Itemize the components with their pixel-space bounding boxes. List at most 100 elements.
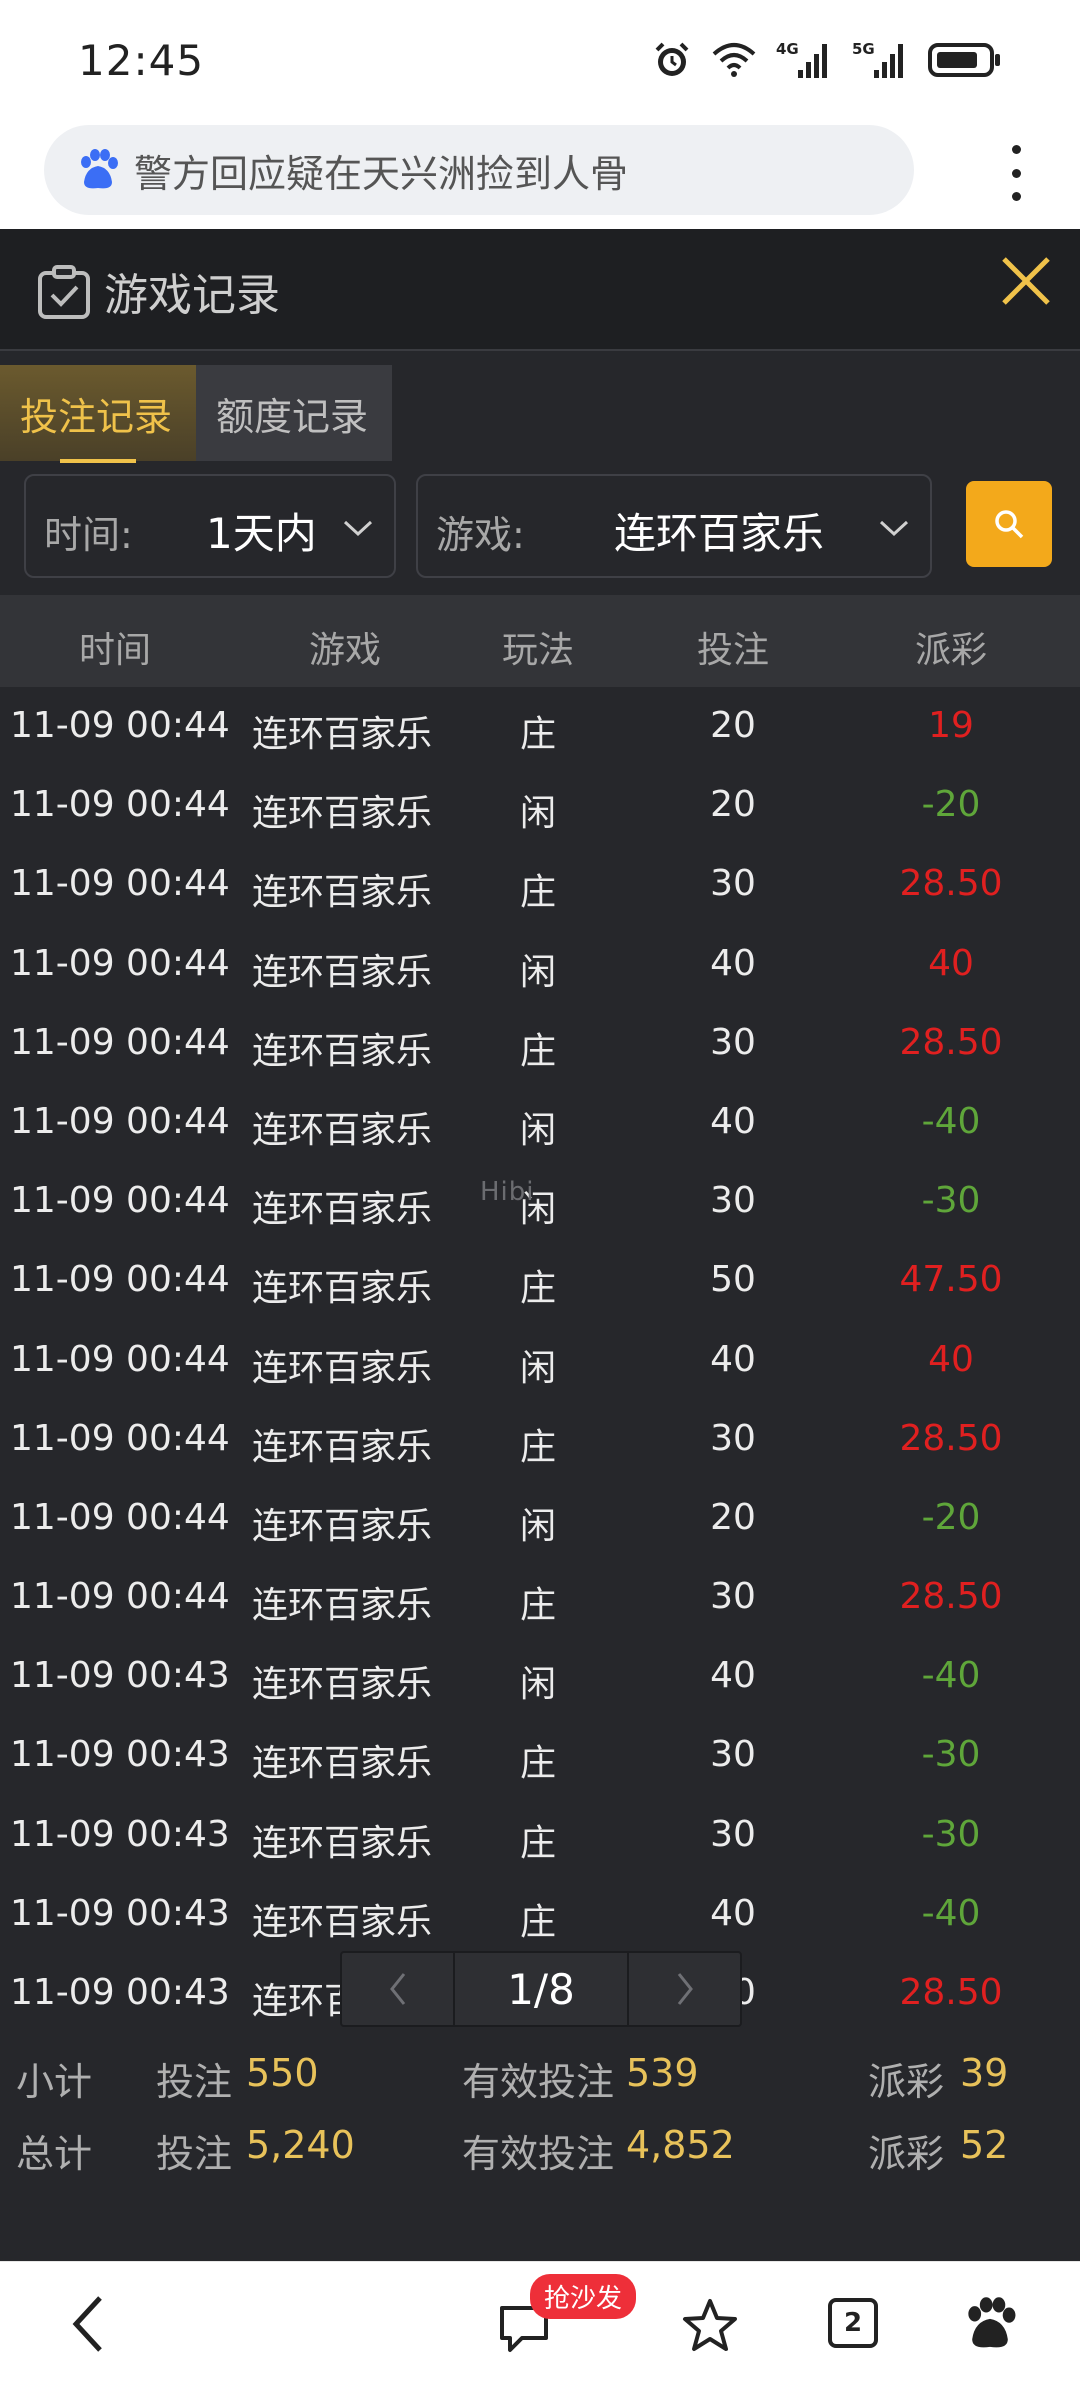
row-bet: 40: [710, 1892, 756, 1934]
row-game: 连环百家乐: [252, 714, 433, 755]
chevron-left-icon: [389, 1973, 405, 2005]
row-payout: -20: [921, 784, 981, 826]
row-payout: 47.50: [899, 1259, 1003, 1301]
row-game: 连环百家乐: [252, 1505, 433, 1547]
row-game: 连环百家乐: [252, 1426, 433, 1468]
row-time: 11-09 00:44: [10, 705, 230, 746]
row-play: 庄: [519, 1426, 557, 1468]
row-play: 闲: [519, 1347, 557, 1389]
search-bar[interactable]: 警方回应疑在天兴洲捡到人骨: [44, 125, 914, 215]
row-payout: 40: [928, 1338, 974, 1380]
game-record-dialog: 游戏记录 投注记录 额度记录 时间: 1天内 游戏: 连环百家乐 时间 游戏 玩…: [0, 229, 1080, 2261]
row-payout: 28.50: [899, 1576, 1003, 1618]
row-game: 连环百家乐: [252, 1743, 433, 1785]
row-game: 连环百家乐: [252, 872, 433, 914]
search-button[interactable]: [966, 481, 1052, 567]
more-menu-icon[interactable]: [1008, 145, 1024, 201]
signal-4g-icon: 4G: [776, 40, 827, 78]
row-play: 庄: [519, 714, 557, 755]
row-payout: 28.50: [899, 863, 1003, 905]
total-valid-key: 有效投注: [462, 2132, 615, 2176]
total-bet-value: 5,240: [246, 2123, 355, 2167]
total-valid-value: 4,852: [626, 2123, 735, 2167]
table-row: 11-09 00:44 连环百家乐 庄 30 28.50: [0, 1400, 1080, 1479]
row-play: 闲: [519, 951, 557, 993]
col-payout: 派彩: [914, 630, 988, 671]
row-payout: -30: [921, 1734, 981, 1776]
row-game: 连环百家乐: [252, 1901, 433, 1943]
tab-bet-records[interactable]: 投注记录: [0, 365, 196, 463]
search-icon: [995, 510, 1024, 539]
total-label: 总计: [16, 2132, 93, 2176]
row-play: 闲: [519, 1109, 557, 1151]
row-time: 11-09 00:44: [10, 1100, 230, 1142]
table-row: 11-09 00:44 连环百家乐 庄 20 19: [0, 687, 1080, 766]
table-row: 11-09 00:43 连环百家乐 庄 40 -40: [0, 1875, 1080, 1954]
row-bet: 30: [710, 863, 756, 905]
row-play: 庄: [519, 1743, 557, 1785]
close-icon[interactable]: [996, 251, 1056, 311]
table-row: 11-09 00:44 连环百家乐 庄 30 28.50: [0, 845, 1080, 924]
row-play: 庄: [519, 1901, 557, 1943]
row-payout: 40: [928, 942, 974, 984]
row-payout: -30: [921, 1180, 981, 1222]
col-play: 玩法: [501, 630, 575, 671]
chevron-right-icon: [677, 1973, 693, 2005]
time-filter-select[interactable]: 时间: 1天内: [24, 474, 396, 578]
net-5g-label: 5G: [852, 40, 875, 58]
row-bet: 30: [710, 1180, 756, 1222]
prev-page-button[interactable]: [340, 1951, 455, 2027]
tabs-count-button[interactable]: 2: [828, 2298, 878, 2348]
row-time: 11-09 00:44: [10, 1576, 230, 1618]
row-play: 庄: [519, 1030, 557, 1072]
game-filter-select[interactable]: 游戏: 连环百家乐: [416, 474, 932, 578]
row-time: 11-09 00:44: [10, 863, 230, 905]
table-row: 11-09 00:43 连环百家乐 闲 40 -40: [0, 1637, 1080, 1716]
total-bet-key: 投注: [156, 2132, 233, 2176]
table-row: 11-09 00:44 连环百家乐 庄 50 47.50: [0, 1241, 1080, 1320]
next-page-button[interactable]: [627, 1951, 742, 2027]
alarm-icon: [655, 42, 689, 76]
record-tabs: 投注记录 额度记录: [0, 365, 392, 463]
time-filter-value: 1天内: [206, 509, 317, 558]
row-bet: 30: [710, 1734, 756, 1776]
row-bet: 30: [710, 1417, 756, 1459]
row-play: 庄: [519, 1585, 557, 1627]
subtotal-payout-key: 派彩: [868, 2060, 945, 2104]
row-payout: -30: [921, 1813, 981, 1855]
star-icon[interactable]: [680, 2296, 740, 2356]
total-payout-value: 52: [960, 2123, 1009, 2167]
row-bet: 40: [710, 1655, 756, 1697]
row-payout: 28.50: [899, 1417, 1003, 1459]
game-filter-label: 游戏:: [436, 513, 525, 557]
tab-credit-records[interactable]: 额度记录: [196, 365, 392, 461]
bottom-nav: 抢沙发 2: [0, 2261, 1080, 2389]
row-game: 连环百家乐: [252, 1585, 433, 1627]
row-time: 11-09 00:43: [10, 1734, 230, 1776]
watermark: Hibi: [480, 1177, 535, 1207]
pagination: 1/8: [340, 1951, 742, 2027]
clipboard-check-icon: [38, 265, 90, 319]
row-game: 连环百家乐: [252, 951, 433, 993]
net-4g-label: 4G: [776, 40, 799, 58]
subtotal-bet-key: 投注: [156, 2060, 233, 2104]
row-time: 11-09 00:44: [10, 1021, 230, 1063]
total-row: 总计 投注 5,240 有效投注 4,852 派彩 52: [0, 2123, 1080, 2183]
row-game: 连环百家乐: [252, 1664, 433, 1706]
row-game: 连环百家乐: [252, 793, 433, 835]
row-play: 庄: [519, 1822, 557, 1864]
table-row: 11-09 00:43 连环百家乐 庄 30 -30: [0, 1716, 1080, 1795]
wifi-icon: [712, 43, 756, 77]
row-payout: 28.50: [899, 1021, 1003, 1063]
row-game: 连环百家乐: [252, 1030, 433, 1072]
row-time: 11-09 00:44: [10, 1496, 230, 1538]
table-row: 11-09 00:44 连环百家乐 闲 20 -20: [0, 1479, 1080, 1558]
row-game: 连环百家乐: [252, 1109, 433, 1151]
table-row: 11-09 00:44 连环百家乐闲 30 -30: [0, 1162, 1080, 1241]
baidu-home-icon[interactable]: [962, 2294, 1018, 2354]
row-time: 11-09 00:43: [10, 1813, 230, 1855]
back-icon[interactable]: [66, 2292, 110, 2356]
row-bet: 20: [710, 705, 756, 746]
dialog-header: 游戏记录: [0, 229, 1080, 351]
signal-5g-icon: 5G: [852, 40, 903, 78]
